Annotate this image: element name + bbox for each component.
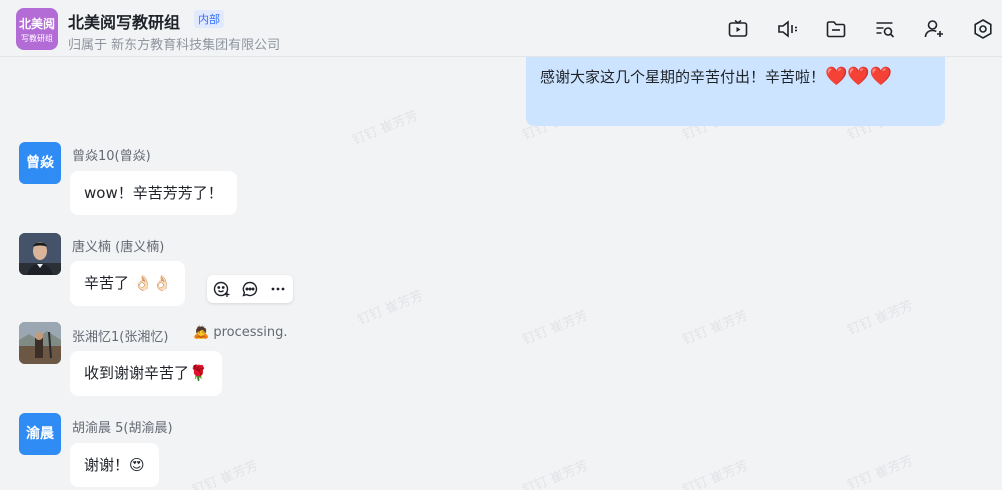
watermark: 钉钉 崔芳芳 bbox=[355, 288, 426, 329]
status-text: processing. bbox=[213, 325, 288, 340]
message-bubble[interactable]: 辛苦了 👌🏻👌🏻 bbox=[70, 261, 186, 306]
avatar[interactable] bbox=[19, 322, 61, 364]
watermark: 钉钉 崔芳芳 bbox=[190, 458, 261, 490]
message-list[interactable]: 钉钉 崔芳芳 钉钉 崔芳芳 钉钉 崔芳芳 钉钉 崔芳芳 钉钉 崔芳芳 钉钉 崔芳… bbox=[0, 57, 1002, 490]
group-title[interactable]: 北美阅写教研组 bbox=[68, 9, 180, 33]
internal-tag: 内部 bbox=[194, 10, 224, 28]
message-bubble[interactable]: 收到谢谢辛苦了🌹 bbox=[70, 351, 222, 396]
message-text: 辛苦了 bbox=[84, 274, 130, 292]
watermark: 钉钉 崔芳芳 bbox=[845, 453, 916, 490]
avatar[interactable]: 曾焱 bbox=[19, 142, 61, 184]
message-text: wow！辛苦芳芳了！ bbox=[84, 184, 223, 202]
message-text: 收到谢谢辛苦了 bbox=[84, 364, 190, 382]
sender-name[interactable]: 张湘忆1(张湘忆) bbox=[72, 326, 168, 345]
avatar-photo bbox=[19, 322, 61, 364]
message-text: 谢谢！ bbox=[84, 456, 130, 474]
group-org-subtitle: 归属于 新东方教育科技集团有限公司 bbox=[68, 38, 281, 53]
heart-eyes-emoji: 😍 bbox=[129, 456, 145, 474]
watermark: 钉钉 崔芳芳 bbox=[520, 308, 591, 349]
user-status: 🙇 processing. bbox=[193, 325, 288, 340]
watermark: 钉钉 崔芳芳 bbox=[680, 458, 751, 490]
avatar[interactable]: 渝晨 bbox=[19, 413, 61, 455]
rose-emoji: 🌹 bbox=[189, 364, 208, 382]
settings-icon[interactable] bbox=[972, 18, 994, 40]
speaker-icon[interactable] bbox=[776, 18, 798, 40]
comment-icon[interactable] bbox=[240, 279, 260, 299]
self-message-bubble[interactable]: 感谢大家这几个星期的辛苦付出！辛苦啦！❤️❤️❤️ bbox=[526, 57, 945, 126]
watermark: 钉钉 崔芳芳 bbox=[680, 308, 751, 349]
self-message-text: 感谢大家这几个星期的辛苦付出！辛苦啦！ bbox=[540, 68, 826, 86]
ok-hand-emoji: 👌🏻👌🏻 bbox=[133, 274, 172, 292]
folder-icon[interactable] bbox=[825, 18, 847, 40]
search-list-icon[interactable] bbox=[874, 18, 896, 40]
add-member-icon[interactable] bbox=[923, 18, 945, 40]
avatar[interactable] bbox=[19, 233, 61, 275]
message-bubble[interactable]: wow！辛苦芳芳了！ bbox=[70, 171, 237, 215]
watermark: 钉钉 崔芳芳 bbox=[845, 298, 916, 339]
watermark: 钉钉 崔芳芳 bbox=[520, 458, 591, 490]
tv-icon[interactable] bbox=[727, 18, 749, 40]
avatar-photo bbox=[19, 233, 61, 275]
message-bubble[interactable]: 谢谢！😍 bbox=[70, 443, 159, 487]
watermark: 钉钉 崔芳芳 bbox=[350, 108, 421, 149]
group-avatar[interactable]: 北美阅 写教研组 bbox=[16, 8, 58, 50]
sender-name[interactable]: 曾焱10(曾焱) bbox=[72, 145, 151, 164]
sender-name[interactable]: 唐义楠 (唐义楠) bbox=[72, 236, 164, 255]
group-avatar-line2: 写教研组 bbox=[21, 34, 53, 43]
add-reaction-icon[interactable] bbox=[212, 279, 232, 299]
message-actions-bar bbox=[207, 275, 293, 303]
sender-name[interactable]: 胡渝晨 5(胡渝晨) bbox=[72, 417, 173, 436]
chat-header: 北美阅 写教研组 北美阅写教研组 内部 归属于 新东方教育科技集团有限公司 bbox=[0, 0, 1002, 57]
status-emoji: 🙇 bbox=[193, 325, 210, 340]
group-avatar-line1: 北美阅 bbox=[18, 17, 55, 31]
more-icon[interactable] bbox=[268, 279, 288, 299]
heart-emoji: ❤️❤️❤️ bbox=[825, 66, 893, 87]
